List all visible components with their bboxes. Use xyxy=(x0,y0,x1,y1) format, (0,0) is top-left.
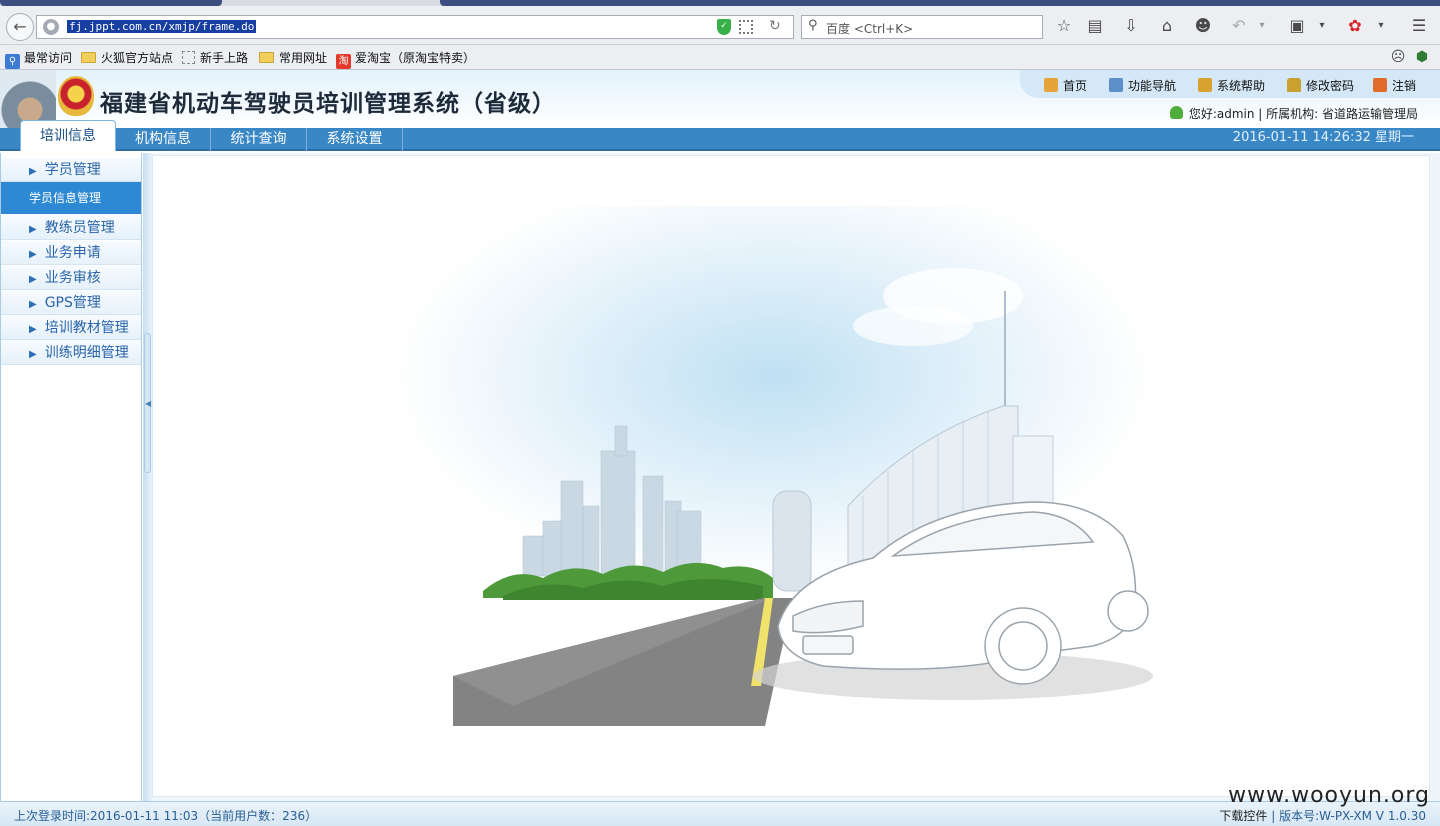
chevron-left-icon: ◀ xyxy=(145,399,152,408)
last-login-info: 上次登录时间:2016-01-11 11:03（当前用户数：236） xyxy=(14,809,318,823)
browser-toolbar: ← ● fj.jppt.com.cn/xmjp/frame.do ✓ ↻ ⚲ 百… xyxy=(0,6,1440,45)
extension-ghost-icon[interactable]: ☹ xyxy=(1388,47,1408,67)
current-datetime: 2016-01-11 14:26:32 星期一 xyxy=(1232,130,1414,145)
crop-icon[interactable]: ▣ xyxy=(1287,16,1307,36)
user-info: 您好:admin | 所属机构: 省道路运输管理局 xyxy=(1169,105,1418,122)
reading-list-icon[interactable]: ▤ xyxy=(1085,16,1105,36)
chevron-down-icon[interactable]: ▾ xyxy=(1312,16,1332,36)
tab-statistics-query[interactable]: 统计查询 xyxy=(211,128,307,151)
back-button[interactable]: ← xyxy=(6,13,34,41)
sidebar-item-training-detail-mgmt[interactable]: ▶ 训练明细管理 xyxy=(1,341,141,365)
triangle-right-icon: ▶ xyxy=(29,349,37,360)
folder-icon xyxy=(81,52,96,63)
version-number: 版本号:W-PX-XM V 1.0.30 xyxy=(1279,809,1426,823)
function-nav-link[interactable]: 功能导航 xyxy=(1109,77,1176,94)
folder-icon xyxy=(259,52,274,63)
sidebar-item-business-review[interactable]: ▶ 业务审核 xyxy=(1,266,141,290)
triangle-right-icon: ▶ xyxy=(29,224,37,235)
help-book-icon xyxy=(1198,78,1212,92)
hamburger-menu-icon[interactable]: ☰ xyxy=(1409,16,1429,36)
bookmarks-bar: ⚲ 最常访问 火狐官方站点 新手上路 常用网址 淘爱淘宝（原淘宝特卖） ☹ ⬢ xyxy=(0,45,1440,70)
taobao-icon: 淘 xyxy=(336,54,351,69)
bookmark-ai-taobao[interactable]: 淘爱淘宝（原淘宝特卖） xyxy=(336,49,475,69)
home-icon[interactable]: ⌂ xyxy=(1157,16,1177,36)
sidebar-splitter[interactable]: ◀ xyxy=(143,153,152,801)
sidebar-item-business-apply[interactable]: ▶ 业务申请 xyxy=(1,241,141,265)
status-bar: 上次登录时间:2016-01-11 11:03（当前用户数：236） 下载控件 … xyxy=(0,801,1440,826)
chevron-down-icon[interactable]: ▾ xyxy=(1252,16,1272,36)
lock-icon xyxy=(1287,78,1301,92)
search-icon: ⚲ xyxy=(808,18,818,33)
app-header: 福建省机动车驾驶员培训管理系统（省级） 首页 功能导航 系统帮助 修改密码 注销… xyxy=(0,70,1440,128)
qr-code-icon[interactable] xyxy=(739,20,753,34)
triangle-right-icon: ▶ xyxy=(29,166,37,177)
triangle-right-icon: ▶ xyxy=(29,249,37,260)
collapse-handle[interactable]: ◀ xyxy=(144,333,151,473)
tab-training-info[interactable]: 培训信息 xyxy=(20,120,116,151)
search-placeholder: 百度 <Ctrl+K> xyxy=(826,22,914,36)
version-info: 下载控件 | 版本号:W-PX-XM V 1.0.30 xyxy=(1219,809,1426,823)
bookmark-firefox-site[interactable]: 火狐官方站点 xyxy=(81,49,173,67)
top-links-bar: 首页 功能导航 系统帮助 修改密码 注销 xyxy=(1020,70,1440,98)
address-bar[interactable]: ● fj.jppt.com.cn/xmjp/frame.do ✓ ↻ xyxy=(36,15,794,39)
triangle-right-icon: ▶ xyxy=(29,274,37,285)
chevron-down-icon[interactable]: ▾ xyxy=(1371,16,1391,36)
sidebar-item-coach-mgmt[interactable]: ▶ 教练员管理 xyxy=(1,216,141,240)
back-arrow-icon: ← xyxy=(13,17,27,36)
triangle-right-icon: ▶ xyxy=(29,324,37,335)
content-frame xyxy=(152,155,1430,797)
user-icon xyxy=(1169,106,1183,119)
main-nav: 培训信息 机构信息 统计查询 系统设置 2016-01-11 14:26:32 … xyxy=(0,120,1440,151)
blank-page-icon xyxy=(182,51,195,64)
hero-illustration xyxy=(393,206,1189,746)
download-plugin-link[interactable]: 下载控件 xyxy=(1219,809,1267,823)
sidebar-item-student-mgmt[interactable]: ▶ 学员管理 xyxy=(1,158,141,182)
app-title: 福建省机动车驾驶员培训管理系统（省级） xyxy=(100,91,556,117)
city-car-illustration xyxy=(453,268,1153,726)
extension-shield-icon[interactable]: ⬢ xyxy=(1412,47,1432,67)
sidebar-item-textbook-mgmt[interactable]: ▶ 培训教材管理 xyxy=(1,316,141,340)
system-help-link[interactable]: 系统帮助 xyxy=(1198,77,1265,94)
sidebar: ▶ 学员管理 学员信息管理 ▶ 教练员管理 ▶ 业务申请 ▶ 业务审核 ▶ GPS管理 ▶… xyxy=(0,153,142,801)
download-icon[interactable]: ⇩ xyxy=(1121,16,1141,36)
logout-icon xyxy=(1373,78,1387,92)
home-link[interactable]: 首页 xyxy=(1044,77,1087,94)
sidebar-subitem-student-info[interactable]: 学员信息管理 xyxy=(1,182,141,214)
tab-system-settings[interactable]: 系统设置 xyxy=(307,128,403,151)
globe-icon: ● xyxy=(43,19,59,35)
most-visited-icon: ⚲ xyxy=(5,54,20,69)
tab-institution-info[interactable]: 机构信息 xyxy=(116,128,211,151)
bookmark-getting-started[interactable]: 新手上路 xyxy=(182,49,248,67)
url-text[interactable]: fj.jppt.com.cn/xmjp/frame.do xyxy=(67,20,257,33)
reload-icon[interactable]: ↻ xyxy=(769,18,781,34)
triangle-right-icon: ▶ xyxy=(29,299,37,310)
bookmark-star-icon[interactable]: ☆ xyxy=(1054,16,1074,36)
fortune-icon[interactable]: ✿ xyxy=(1345,16,1365,36)
undo-icon[interactable]: ↶ xyxy=(1229,16,1249,36)
chat-icon[interactable]: ☻ xyxy=(1193,16,1213,36)
change-password-link[interactable]: 修改密码 xyxy=(1287,77,1354,94)
grid-nav-icon xyxy=(1109,78,1123,92)
bookmark-most-visited[interactable]: ⚲ 最常访问 xyxy=(5,49,72,69)
police-emblem-icon xyxy=(58,76,94,116)
sidebar-item-gps-mgmt[interactable]: ▶ GPS管理 xyxy=(1,291,141,315)
search-bar[interactable]: ⚲ 百度 <Ctrl+K> xyxy=(801,15,1043,39)
logout-link[interactable]: 注销 xyxy=(1373,77,1416,94)
watermark: www.wooyun.org xyxy=(1228,783,1430,808)
home-icon xyxy=(1044,78,1058,92)
security-shield-icon[interactable]: ✓ xyxy=(717,19,731,35)
bookmark-common-sites[interactable]: 常用网址 xyxy=(259,49,327,67)
